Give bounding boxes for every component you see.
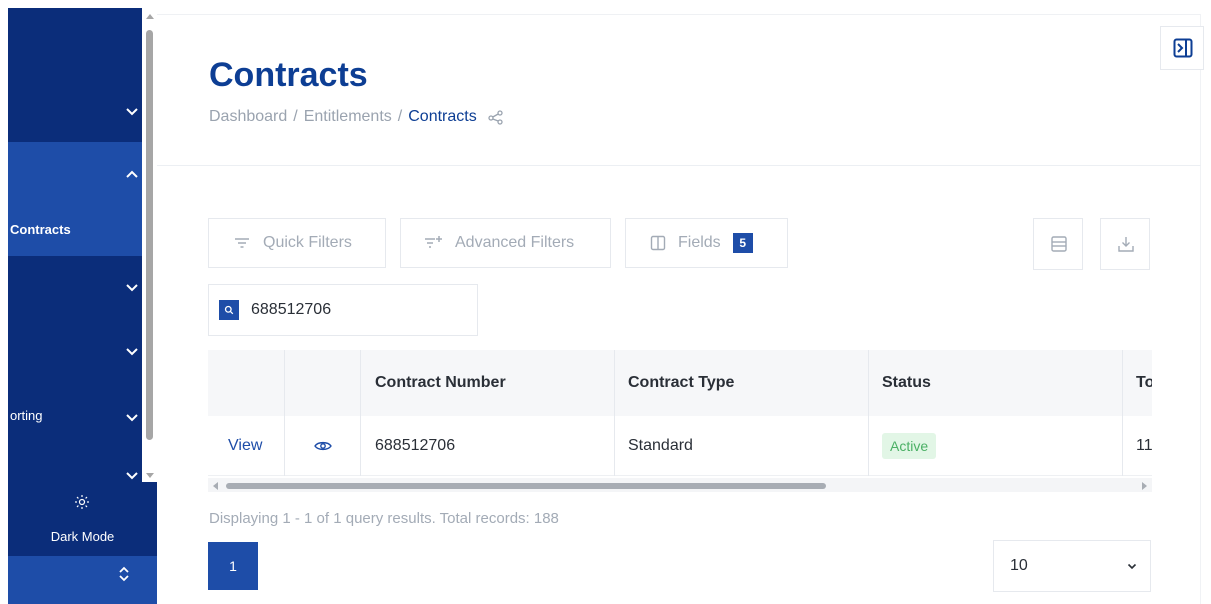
contracts-table: Contract Number Contract Type Status To … (208, 350, 1152, 496)
column-divider (868, 350, 869, 476)
panel-toggle-button[interactable] (1160, 26, 1204, 70)
column-header-to[interactable]: To (1136, 350, 1152, 416)
column-divider (360, 350, 361, 476)
pagination-page-button[interactable]: 1 (208, 542, 258, 590)
header-top-border (157, 14, 1201, 15)
quick-filters-label: Quick Filters (263, 234, 352, 251)
header-divider (157, 165, 1201, 166)
sidebar-right-icon (1173, 38, 1193, 58)
status-cell: Active (882, 416, 937, 475)
breadcrumb-dashboard[interactable]: Dashboard (209, 108, 287, 126)
quick-filters-button[interactable]: Quick Filters (208, 218, 386, 268)
breadcrumb-separator: / (397, 108, 403, 125)
scroll-left-icon[interactable] (213, 482, 218, 490)
breadcrumb-contracts: Contracts (408, 108, 477, 125)
chevron-down-icon (1127, 563, 1137, 570)
breadcrumb-separator: / (293, 108, 298, 125)
fields-count-badge: 5 (732, 233, 753, 253)
fields-button[interactable]: Fields 5 (625, 218, 788, 268)
table-horizontal-scrollbar[interactable] (208, 478, 1152, 492)
page-title: Contracts (209, 56, 368, 94)
search-value: 688512706 (251, 301, 332, 318)
column-divider (284, 350, 285, 476)
chevron-down-icon[interactable] (125, 280, 139, 294)
density-button[interactable] (1033, 218, 1083, 270)
sidebar-scrollbar[interactable] (142, 8, 157, 482)
share-icon[interactable] (487, 108, 505, 126)
scrollbar-thumb[interactable] (226, 483, 826, 489)
breadcrumb-entitlements[interactable]: Entitlements (304, 108, 392, 126)
chevron-down-icon[interactable] (125, 468, 139, 482)
scroll-down-icon[interactable] (146, 473, 154, 478)
chevron-up-icon[interactable] (125, 168, 139, 182)
fields-label: Fields (678, 234, 721, 251)
scroll-right-icon[interactable] (1142, 482, 1147, 490)
advanced-filters-label: Advanced Filters (455, 234, 575, 251)
sidebar-item-reporting[interactable]: orting (10, 408, 43, 423)
cell-contract-number: 688512706 (375, 436, 456, 454)
view-link[interactable]: View (228, 416, 262, 475)
dark-mode-toggle[interactable]: Dark Mode (8, 482, 157, 556)
search-icon (219, 300, 239, 320)
cell-contract-type: Standard (628, 436, 693, 454)
chevron-down-icon[interactable] (125, 410, 139, 424)
results-summary: Displaying 1 - 1 of 1 query results. Tot… (209, 510, 559, 527)
scrollbar-thumb[interactable] (146, 30, 153, 440)
app-root: Contracts orting Dark Mode Contracts Das… (0, 0, 1211, 604)
cell-to: 11 (1136, 436, 1152, 454)
advanced-filters-button[interactable]: Advanced Filters (400, 218, 611, 268)
filter-plus-icon (425, 236, 442, 248)
export-button[interactable] (1100, 218, 1150, 270)
status-badge: Active (882, 432, 937, 459)
column-divider (614, 350, 615, 476)
download-icon (1118, 237, 1134, 252)
content-right-border (1200, 14, 1201, 604)
column-divider (1122, 350, 1123, 476)
page-size-select[interactable]: 10 (993, 540, 1151, 592)
sidebar-item-contracts[interactable]: Contracts (10, 222, 71, 237)
sidebar-footer[interactable] (8, 556, 157, 604)
search-input[interactable]: 688512706 (208, 284, 478, 336)
column-header-status[interactable]: Status (882, 350, 931, 416)
table-row: View 688512706 Standard Active 11 (208, 416, 1152, 476)
chevron-up-down-icon[interactable] (118, 566, 130, 582)
breadcrumb: Dashboard / Entitlements / Contracts (209, 108, 505, 126)
rows-icon (1051, 236, 1067, 252)
sidebar-active-group (8, 142, 146, 256)
columns-icon (650, 235, 666, 251)
scroll-up-icon[interactable] (146, 14, 154, 19)
column-header-contract-type[interactable]: Contract Type (628, 350, 734, 416)
chevron-down-icon[interactable] (125, 104, 139, 118)
chevron-down-icon[interactable] (125, 344, 139, 358)
dark-mode-label: Dark Mode (50, 529, 115, 544)
filter-icon (235, 238, 249, 248)
eye-icon[interactable] (314, 416, 332, 475)
page-size-value: 10 (1010, 557, 1028, 574)
column-header-contract-number[interactable]: Contract Number (375, 350, 506, 416)
sun-icon (75, 495, 89, 509)
table-header: Contract Number Contract Type Status To (208, 350, 1152, 416)
